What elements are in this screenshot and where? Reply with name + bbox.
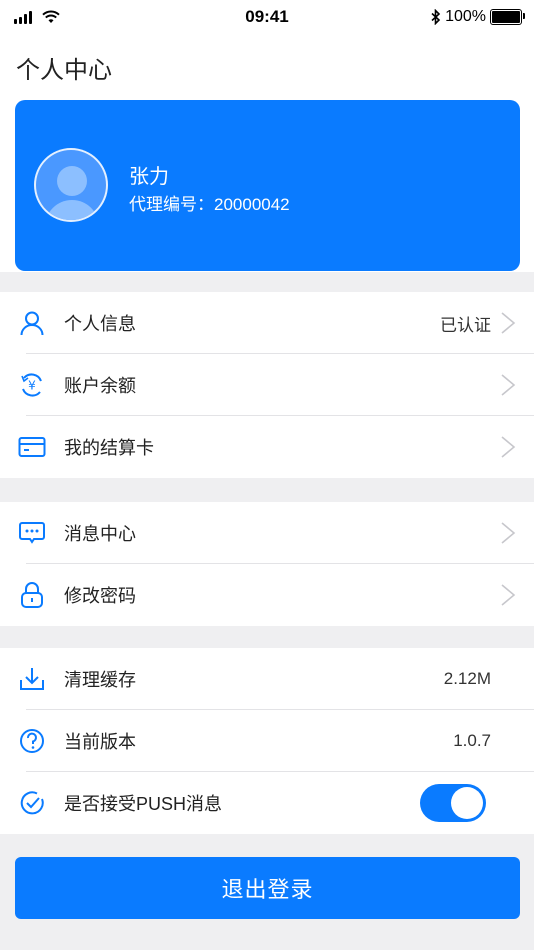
menu-label: 个人信息	[64, 314, 136, 334]
message-icon	[18, 519, 46, 547]
check-circle-icon	[18, 789, 46, 817]
menu-item-change-password[interactable]: 修改密码	[0, 564, 534, 626]
header: 个人中心	[0, 36, 534, 92]
menu-item-push-messages: 是否接受PUSH消息	[0, 772, 534, 834]
menu-label: 账户余额	[64, 376, 136, 396]
chevron-right-icon	[501, 436, 516, 458]
question-icon	[18, 727, 46, 755]
bluetooth-icon	[431, 9, 441, 25]
page-title: 个人中心	[16, 57, 112, 84]
chevron-right-icon	[501, 522, 516, 544]
version-number: 1.0.7	[453, 731, 491, 750]
menu-item-clear-cache[interactable]: 清理缓存 2.12M	[0, 648, 534, 710]
card-icon	[18, 433, 46, 461]
user-icon	[18, 309, 46, 337]
battery-percent: 100%	[445, 8, 486, 25]
svg-text:¥: ¥	[28, 379, 36, 393]
menu-item-personal-info[interactable]: 个人信息 已认证	[0, 292, 534, 354]
menu-label: 是否接受PUSH消息	[64, 794, 223, 814]
download-icon	[18, 665, 46, 693]
agent-id-value: 20000042	[214, 195, 290, 214]
menu-label: 修改密码	[64, 586, 136, 606]
menu-label: 我的结算卡	[64, 438, 154, 458]
account-group: 个人信息 已认证 ¥ 账户余额 我的结算卡	[0, 292, 534, 478]
security-group: 消息中心 修改密码	[0, 502, 534, 626]
menu-item-balance[interactable]: ¥ 账户余额	[0, 354, 534, 416]
verified-status: 已认证	[440, 315, 491, 335]
logout-button[interactable]: 退出登录	[15, 857, 520, 919]
agent-id-label: 代理编号：	[129, 195, 214, 214]
chevron-right-icon	[501, 374, 516, 396]
push-toggle[interactable]	[420, 784, 486, 822]
status-bar: 09:41 100%	[0, 0, 534, 36]
status-right: 100%	[431, 8, 525, 26]
chevron-right-icon	[501, 312, 516, 334]
balance-icon: ¥	[18, 371, 46, 399]
settings-group: 清理缓存 2.12M 当前版本 1.0.7 是否接受PUSH消息	[0, 648, 534, 834]
chevron-right-icon	[501, 584, 516, 606]
menu-label: 当前版本	[64, 732, 136, 752]
menu-label: 清理缓存	[64, 670, 136, 690]
menu-label: 消息中心	[64, 524, 136, 544]
user-name: 张力	[129, 166, 169, 188]
menu-item-version[interactable]: 当前版本 1.0.7	[0, 710, 534, 772]
menu-item-settlement-card[interactable]: 我的结算卡	[0, 416, 534, 478]
avatar[interactable]	[34, 148, 108, 222]
cache-size: 2.12M	[443, 669, 491, 688]
battery-icon	[490, 9, 525, 25]
profile-card[interactable]: 张力 代理编号：20000042	[15, 100, 520, 271]
lock-icon	[18, 581, 46, 609]
menu-item-messages[interactable]: 消息中心	[0, 502, 534, 564]
agent-id-row: 代理编号：20000042	[129, 190, 290, 215]
